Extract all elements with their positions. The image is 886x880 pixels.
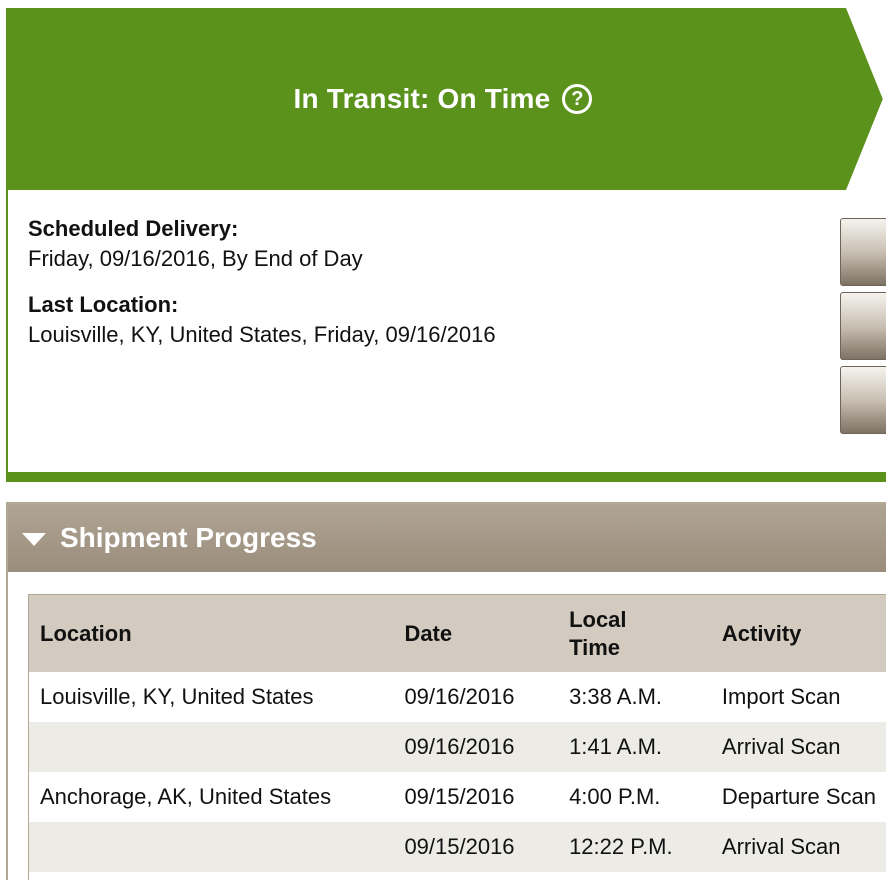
column-header-location: Location [40, 621, 132, 646]
column-header-local-time-line1: Local [569, 607, 627, 632]
cell-activity: Arrival Scan [721, 834, 841, 859]
status-title-group: In Transit: On Time ? [294, 83, 593, 115]
shipment-progress-title: Shipment Progress [60, 522, 317, 553]
column-header-local-time: Local Time [557, 594, 710, 672]
table-row: 09/15/2016 12:22 P.M. Arrival Scan [28, 822, 886, 872]
cell-activity: Import Scan [721, 684, 841, 709]
scheduled-delivery-value: Friday, 09/16/2016, By End of Day [28, 246, 363, 271]
cell-location [28, 822, 404, 872]
column-header-activity: Activity [721, 621, 802, 646]
cell-time: 3:38 A.M. [569, 684, 663, 709]
tracking-page: In Transit: On Time ? Scheduled Delivery… [0, 0, 886, 880]
side-action-buttons [840, 218, 886, 440]
shipment-progress-toggle[interactable]: Shipment Progress [8, 504, 886, 572]
table-header-row: Location Date Local Time Activity [28, 594, 886, 672]
cell-time: 1:41 A.M. [569, 734, 663, 759]
table-row: 09/16/2016 1:41 A.M. Arrival Scan [28, 722, 886, 772]
status-details: Scheduled Delivery: Friday, 09/16/2016, … [28, 216, 496, 368]
last-location-value: Louisville, KY, United States, Friday, 0… [28, 322, 496, 347]
cell-date: 09/16/2016 [404, 684, 515, 709]
last-location-label: Last Location: [28, 292, 179, 317]
scheduled-delivery-label: Scheduled Delivery: [28, 216, 239, 241]
side-action-button-3[interactable] [840, 366, 886, 434]
status-bottom-bar [6, 472, 886, 482]
cell-time: 12:22 P.M. [569, 834, 673, 859]
column-header-local-time-line2: Time [569, 635, 621, 660]
status-title: In Transit: On Time [293, 83, 551, 114]
caret-down-icon [22, 532, 46, 546]
question-circle-icon[interactable]: ? [562, 84, 593, 114]
side-action-button-2[interactable] [840, 292, 886, 360]
cell-date: 09/15/2016 [404, 784, 515, 809]
status-banner: In Transit: On Time ? [8, 8, 886, 190]
column-header-date: Date [404, 621, 453, 646]
cell-date: 09/15/2016 [404, 834, 515, 859]
status-card: In Transit: On Time ? Scheduled Delivery… [6, 8, 886, 482]
shipment-progress-table: Location Date Local Time Activity Louisvi… [28, 594, 886, 872]
cell-location [28, 722, 404, 772]
shipment-progress-panel: Shipment Progress Location Date Local Tim… [6, 502, 886, 880]
table-row: Louisville, KY, United States 09/16/2016… [28, 672, 886, 722]
chevron-arrow-shape [846, 8, 886, 190]
cell-date: 09/16/2016 [404, 734, 515, 759]
side-action-button-1[interactable] [840, 218, 886, 286]
cell-location: Louisville, KY, United States [40, 684, 314, 709]
cell-location: Anchorage, AK, United States [40, 784, 332, 809]
cell-activity: Departure Scan [721, 784, 876, 809]
table-row: Anchorage, AK, United States 09/15/2016 … [28, 772, 886, 822]
cell-activity: Arrival Scan [721, 734, 841, 759]
cell-time: 4:00 P.M. [569, 784, 661, 809]
